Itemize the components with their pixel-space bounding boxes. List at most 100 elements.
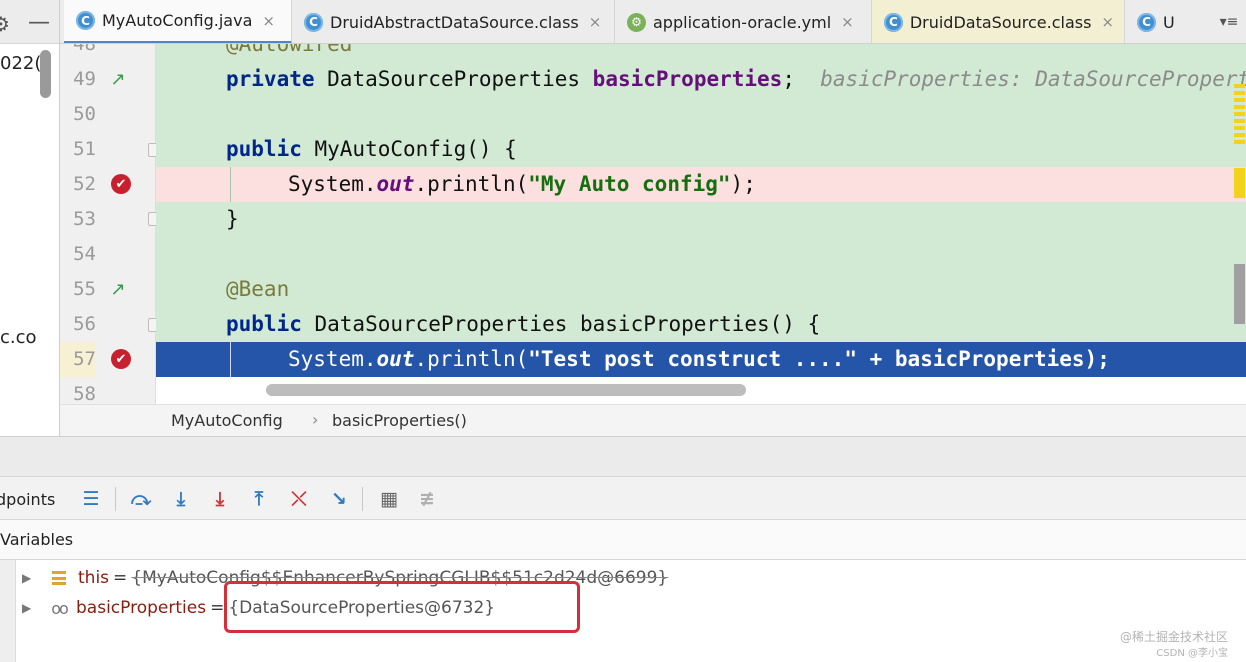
code-area[interactable]: @Autowired private DataSourceProperties … (156, 44, 1246, 404)
code-text: .println( (414, 172, 529, 196)
field-lines-icon (46, 571, 72, 585)
code-keyword: public (226, 137, 302, 161)
bean-icon[interactable]: ↗ (107, 278, 129, 300)
expand-arrow-icon[interactable]: ▶ (22, 601, 38, 615)
line-number: 51 (73, 138, 96, 160)
step-into-icon[interactable]: ⤓ (168, 486, 194, 512)
class-icon: C (884, 12, 903, 32)
variable-equals: = (113, 568, 128, 588)
project-panel: ⚙ — 022( c.co (0, 0, 60, 436)
code-type: DataSourceProperties (314, 67, 593, 91)
close-icon[interactable]: × (1101, 13, 1114, 31)
step-over-icon[interactable]: ⤼ (128, 486, 154, 512)
tab-label: DruidDataSource.class (909, 12, 1092, 32)
horizontal-scrollbar[interactable] (266, 384, 746, 396)
evaluate-expression-icon[interactable]: ▦ (376, 486, 402, 512)
watch-glasses-icon: oo (51, 598, 69, 618)
variable-name: this (78, 568, 110, 588)
code-line[interactable]: public DataSourceProperties basicPropert… (156, 307, 1246, 342)
tab-druiddatasource[interactable]: C DruidDataSource.class × (872, 0, 1125, 43)
code-editor[interactable]: 48 49 50 51 52 53 54 55 56 57 58 ↗ ✔ ↗ ✔… (60, 44, 1246, 404)
implemented-icon[interactable]: ↗ (107, 68, 129, 90)
step-out-icon[interactable]: ⤒ (246, 486, 272, 512)
code-annotation: @Autowired (226, 44, 353, 56)
warning-markers[interactable] (1234, 84, 1245, 144)
trace-icon[interactable]: ≢ (414, 486, 440, 512)
inline-debug-hint: basicProperties: DataSourceProperties (820, 67, 1246, 91)
tab-list-menu-icon[interactable]: ▾≡ (1212, 0, 1246, 43)
drop-frame-icon[interactable]: ⤬ (286, 486, 312, 512)
panel-divider[interactable] (0, 436, 1246, 476)
close-icon[interactable]: × (841, 13, 854, 31)
close-icon[interactable]: × (589, 13, 602, 31)
breakpoint-icon[interactable]: ✔ (111, 349, 131, 369)
code-static-field: out (376, 347, 415, 371)
run-to-cursor-icon[interactable]: ↘ (326, 486, 352, 512)
project-scrollbar[interactable] (40, 50, 51, 98)
editor-gutter[interactable]: 48 49 50 51 52 53 54 55 56 57 58 ↗ ✔ ↗ ✔ (60, 44, 162, 404)
debug-toolbar: dpoints ☰ ⤼ ⤓ ⤓ ⤒ ⤬ ↘ ▦ ≢ (0, 476, 1246, 520)
tab-label: application-oracle.yml (653, 12, 832, 32)
toolbar-divider (362, 487, 363, 511)
breakpoints-tab[interactable]: dpoints (0, 490, 55, 509)
breadcrumb-item-class[interactable]: MyAutoConfig (171, 411, 283, 430)
code-keyword: private (226, 67, 315, 91)
breadcrumb: MyAutoConfig › basicProperties() (60, 404, 1246, 436)
code-line[interactable]: @Bean (156, 272, 1246, 307)
line-number: 55 (73, 278, 96, 300)
close-icon[interactable]: × (262, 12, 275, 30)
tab-label: DruidAbstractDataSource.class (330, 12, 579, 32)
breadcrumb-item-method[interactable]: basicProperties() (332, 411, 467, 430)
force-step-into-icon[interactable]: ⤓ (207, 486, 233, 512)
code-keyword: public (226, 312, 302, 336)
line-number: 54 (73, 243, 96, 265)
warning-markers[interactable] (1234, 168, 1245, 198)
current-execution-line[interactable]: System.out.println("Test post construct … (156, 342, 1246, 377)
tab-label: U (1163, 12, 1175, 32)
line-number: 52 (73, 173, 96, 195)
watermark-csdn: CSDN @李小宝 (1156, 648, 1228, 659)
tab-myautoconfig-java[interactable]: C MyAutoConfig.java × (64, 0, 292, 43)
variable-row-this[interactable]: ▶ this = {MyAutoConfig$$EnhancerBySpring… (16, 563, 1246, 593)
line-number: 48 (73, 44, 96, 55)
project-tree-item[interactable]: c.co (0, 327, 37, 348)
tab-druidabstractdatasource[interactable]: C DruidAbstractDataSource.class × (292, 0, 615, 43)
variable-equals: = (210, 598, 225, 618)
code-field: basicProperties (592, 67, 783, 91)
show-execution-point-icon[interactable]: ☰ (78, 486, 104, 512)
code-line[interactable]: @Autowired (156, 44, 1246, 62)
expand-arrow-icon[interactable]: ▶ (22, 571, 38, 585)
code-line[interactable]: public MyAutoConfig() { (156, 132, 1246, 167)
code-line[interactable]: private DataSourceProperties basicProper… (156, 62, 1246, 97)
variables-tree: ▶ this = {MyAutoConfig$$EnhancerBySpring… (0, 560, 1246, 662)
gear-icon[interactable]: ⚙ (0, 12, 10, 36)
line-number: 53 (73, 208, 96, 230)
code-text: DataSourceProperties basicProperties() { (301, 312, 821, 336)
line-number-current: 57 (60, 342, 96, 377)
code-text: + basicProperties); (856, 347, 1110, 371)
code-text: System. (288, 347, 377, 371)
code-string: "Test post construct ...." (528, 347, 857, 371)
tab-application-oracle-yml[interactable]: ⚙ application-oracle.yml × (615, 0, 872, 43)
project-tree-item[interactable]: 022( (0, 53, 41, 74)
breakpoint-line[interactable]: System.out.println("My Auto config"); (156, 167, 1246, 202)
code-text: System. (288, 172, 377, 196)
breadcrumb-separator: › (312, 410, 319, 429)
editor-tab-bar: C MyAutoConfig.java × C DruidAbstractDat… (60, 0, 1246, 44)
variable-row-basicproperties[interactable]: ▶ oo basicProperties = {DataSourceProper… (16, 593, 1246, 623)
minimize-icon[interactable]: — (28, 10, 50, 35)
code-string: "My Auto config" (528, 172, 731, 196)
code-static-field: out (376, 172, 415, 196)
code-text: ); (730, 172, 756, 196)
yml-icon: ⚙ (627, 12, 646, 32)
tab-truncated[interactable]: C U (1125, 0, 1215, 43)
tab-label: MyAutoConfig.java (102, 11, 253, 30)
watermark-juejin: @稀土掘金技术社区 (1119, 630, 1228, 644)
line-number: 56 (73, 313, 96, 335)
variable-name: basicProperties (76, 598, 207, 618)
project-panel-header: ⚙ — (0, 0, 59, 44)
code-line[interactable]: } (156, 202, 1246, 237)
code-punct: ; (782, 67, 821, 91)
breakpoint-icon[interactable]: ✔ (111, 174, 131, 194)
scrollbar-thumb[interactable] (1234, 264, 1245, 324)
